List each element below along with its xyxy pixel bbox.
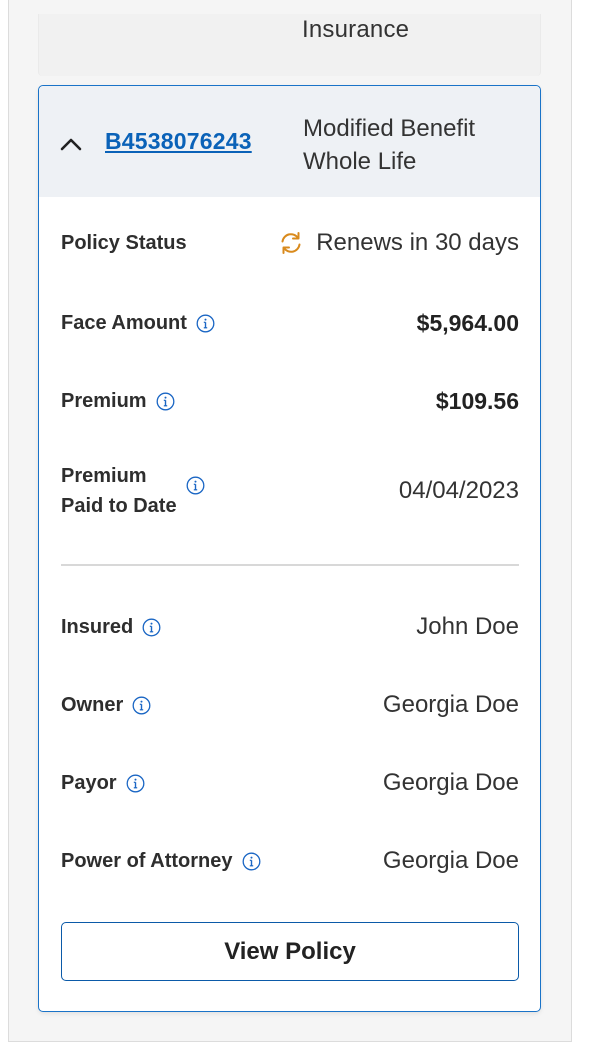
insured-label: Insured — [61, 616, 134, 638]
face-amount-label: Face Amount — [61, 312, 187, 334]
payor-label: Payor — [61, 772, 117, 794]
previous-policy-card[interactable]: Insurance — [38, 14, 541, 76]
policy-type: Modified Benefit Whole Life — [303, 115, 476, 175]
owner-value: Georgia Doe — [382, 691, 519, 718]
policy-card: B4538076243 Modified Benefit Whole Life … — [38, 85, 541, 1012]
info-icon[interactable] — [156, 392, 175, 411]
power-of-attorney-label: Power of Attorney — [61, 850, 233, 872]
premium-paid-label-line2: Paid to Date — [61, 495, 177, 517]
insured-value: John Doe — [416, 613, 519, 640]
info-icon[interactable] — [242, 852, 261, 871]
face-amount-row: Face Amount $5,964.00 — [61, 308, 519, 338]
payor-value: Georgia Doe — [382, 769, 519, 796]
owner-label: Owner — [61, 694, 124, 716]
policy-card-header[interactable]: B4538076243 Modified Benefit Whole Life — [39, 86, 540, 197]
owner-row: Owner Georgia Doe — [61, 690, 519, 720]
info-icon[interactable] — [196, 314, 215, 333]
power-of-attorney-row: Power of Attorney Georgia Doe — [61, 846, 519, 876]
premium-label: Premium — [61, 390, 147, 412]
premium-row: Premium $109.56 — [61, 386, 519, 416]
chevron-up-icon[interactable] — [59, 132, 83, 156]
policy-status-label: Policy Status — [61, 232, 187, 254]
info-icon[interactable] — [126, 774, 145, 793]
policy-status-row: Policy Status Renews in 30 days — [61, 228, 519, 258]
info-icon[interactable] — [142, 618, 161, 637]
face-amount-value: $5,964.00 — [416, 309, 519, 336]
info-icon[interactable] — [132, 696, 151, 715]
policy-number-link[interactable]: B4538076243 — [105, 128, 252, 155]
premium-paid-to-date-row: Premium Paid to Date 04/04/2023 — [61, 461, 519, 521]
renew-icon — [281, 232, 301, 254]
previous-policy-type: Insurance — [302, 16, 410, 43]
insured-row: Insured John Doe — [61, 612, 519, 642]
policy-status-value: Renews in 30 days — [316, 229, 519, 256]
premium-value: $109.56 — [435, 387, 519, 414]
premium-paid-label-line1: Premium — [61, 465, 147, 487]
view-policy-button[interactable]: View Policy — [61, 922, 519, 981]
info-icon[interactable] — [186, 476, 205, 495]
payor-row: Payor Georgia Doe — [61, 768, 519, 798]
premium-paid-to-date-value: 04/04/2023 — [398, 477, 519, 504]
power-of-attorney-value: Georgia Doe — [382, 847, 519, 874]
divider — [61, 564, 519, 566]
